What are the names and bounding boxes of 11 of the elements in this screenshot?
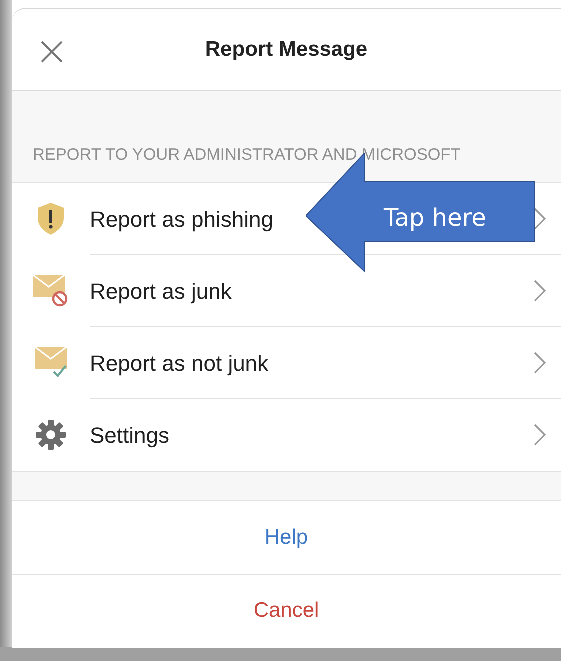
chevron-icon xyxy=(533,423,547,447)
chevron-icon xyxy=(533,351,547,375)
chevron-icon xyxy=(533,207,547,231)
shield-warning-icon xyxy=(36,202,66,236)
envelope-blocked-icon xyxy=(33,275,69,307)
section-header: REPORT TO YOUR ADMINISTRATOR AND MICROSOFT xyxy=(33,145,461,166)
close-icon[interactable] xyxy=(40,40,64,64)
callout-text: Tap here xyxy=(384,203,486,234)
envelope-check-icon xyxy=(33,347,69,379)
dialog-title: Report Message xyxy=(205,36,368,63)
chevron-icon xyxy=(533,279,547,303)
